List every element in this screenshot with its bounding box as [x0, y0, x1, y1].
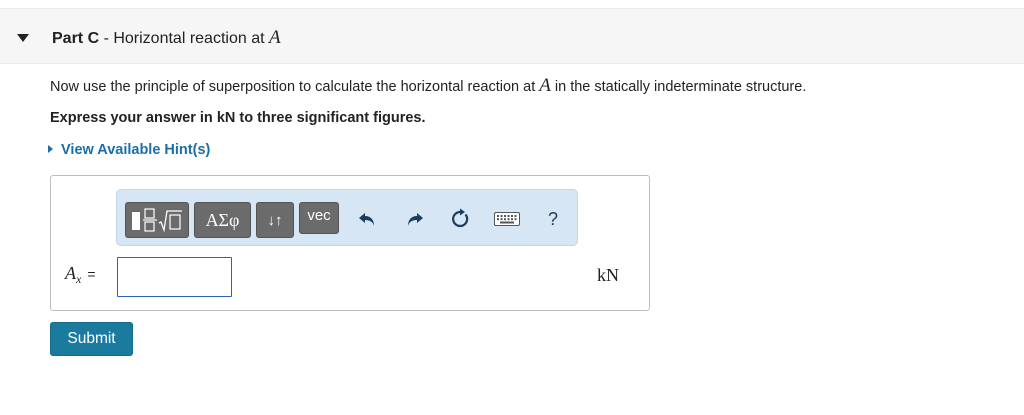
equals-sign: =: [87, 266, 96, 282]
unit-label: kN: [597, 265, 619, 285]
view-hints-link[interactable]: View Available Hint(s): [48, 140, 210, 160]
caret-right-icon: [48, 145, 53, 153]
subscript-superscript-button[interactable]: ↓↑: [256, 202, 294, 238]
vector-button[interactable]: vec: [299, 202, 339, 234]
math-toolbar: ΑΣφ ↓↑ vec ?: [116, 189, 578, 246]
redo-icon[interactable]: [403, 207, 427, 231]
greek-symbols-button[interactable]: ΑΣφ: [194, 202, 251, 238]
keyboard-icon[interactable]: [492, 207, 522, 231]
answer-box: ΑΣφ ↓↑ vec ? Ax = kN: [50, 175, 650, 311]
question-variable: A: [539, 75, 551, 96]
view-hints-label: View Available Hint(s): [61, 142, 211, 158]
part-title: Part C - Horizontal reaction at A: [52, 27, 281, 50]
question-text: Now use the principle of superposition t…: [50, 76, 806, 97]
help-button[interactable]: ?: [541, 207, 565, 231]
submit-button[interactable]: Submit: [50, 322, 133, 356]
answer-input[interactable]: [117, 257, 232, 297]
part-title-variable: A: [268, 27, 281, 48]
part-separator: -: [99, 30, 114, 47]
part-header: Part C - Horizontal reaction at A: [0, 8, 1024, 64]
reset-icon[interactable]: [448, 207, 472, 231]
question-text-start: Now use the principle of superposition t…: [50, 79, 540, 95]
part-label: Part C: [52, 30, 100, 47]
part-title-text: Horizontal reaction at: [113, 30, 269, 47]
variable-subscript: x: [76, 272, 82, 286]
templates-button[interactable]: [125, 202, 189, 238]
question-text-end: in the statically indeterminate structur…: [550, 79, 807, 95]
answer-instruction: Express your answer in kN to three signi…: [50, 110, 426, 126]
collapse-triangle-icon[interactable]: [16, 31, 30, 43]
undo-icon[interactable]: [355, 207, 379, 231]
variable-symbol: A: [65, 263, 76, 283]
templates-icon: [132, 208, 182, 233]
answer-variable-label: Ax =: [65, 263, 96, 287]
